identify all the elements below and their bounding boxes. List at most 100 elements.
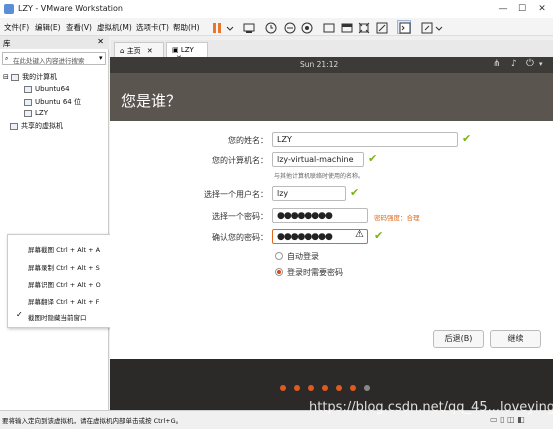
progress-dot [280,385,286,391]
menu-item-record[interactable]: 屏幕录制 Ctrl + Alt + S [28,262,100,272]
progress-dot [294,385,300,391]
menu-item-translate[interactable]: 屏幕翻译 Ctrl + Alt + F [28,296,99,306]
installer-form: 您的姓名： LZY ✔ 您的计算机名： lzy-virtual-machine … [110,121,553,359]
computer-name-label: 您的计算机名： [212,156,268,165]
search-placeholder: 在此处键入内容进行搜索 [13,57,85,65]
context-menu: 屏幕截图 Ctrl + Alt + A 屏幕录制 Ctrl + Alt + S … [7,234,117,328]
close-icon[interactable]: ✕ [147,47,153,55]
tab-lzy-label: LZY [180,46,194,54]
vm-screen[interactable]: Sun 21:12 ⋔ ♪ ⏻ ▾ 您是谁？ 您的姓名： LZY ✔ 您的计算机… [110,57,553,410]
title-bar: LZY - VMware Workstation — ☐ ✕ [0,0,553,18]
stretch-icon[interactable] [374,20,388,34]
computer-icon [11,73,20,81]
home-icon: ⌂ [120,47,125,55]
tree-item-shared[interactable]: 共享的虚拟机 [10,121,63,131]
progress-dot [322,385,328,391]
manage-snapshots-icon[interactable] [299,20,313,34]
progress-dot [308,385,314,391]
computer-name-field[interactable]: lzy-virtual-machine [272,152,364,167]
password-field[interactable]: ●●●●●●●● [272,208,368,223]
network-icon[interactable]: ⋔ [493,59,501,69]
search-input[interactable]: ⌕ 在此处键入内容进行搜索 ▾ [2,52,106,65]
menu-item-hide-window[interactable]: 截图时隐藏当前窗口 [28,312,87,322]
auto-login-label: 自动登录 [287,252,319,261]
check-icon: ✔ [374,229,384,242]
page-title: 您是谁？ [121,92,182,110]
library-title: 库 [3,39,11,48]
window-title: LZY - VMware Workstation [18,4,123,13]
tree-root-label: 我的计算机 [22,73,58,81]
require-password-radio[interactable] [275,268,283,276]
menu-edit[interactable]: 编辑(E) [35,22,61,33]
tree-item-label: 共享的虚拟机 [21,122,63,130]
chevron-down-icon[interactable]: ▾ [539,60,543,68]
progress-dot [336,385,342,391]
console-view-icon[interactable] [397,20,411,34]
library-header: 库 [0,36,109,49]
tree-item-vm[interactable]: LZY [24,109,48,117]
snapshot-icon[interactable] [263,20,277,34]
continue-button[interactable]: 继续 [490,330,541,348]
menu-help[interactable]: 帮助(H) [173,22,200,33]
check-icon: ✔ [350,186,360,199]
progress-dot [364,385,370,391]
menu-item-screenshot[interactable]: 屏幕截图 Ctrl + Alt + A [28,244,100,254]
maximize-button[interactable]: ☐ [515,2,529,16]
clock: Sun 21:12 [300,60,339,69]
tab-home-label: 主页 [126,47,141,55]
search-icon: ⌕ [5,55,9,62]
menu-vm[interactable]: 虚拟机(M) [97,22,132,33]
menu-item-ocr[interactable]: 屏幕识图 Ctrl + Alt + O [28,279,101,289]
tree-item-label: Ubuntu64 [35,85,70,93]
tree-item-label: Ubuntu 64 位 [35,98,81,106]
vmware-app-icon [4,4,14,14]
close-button[interactable]: ✕ [535,2,549,16]
auto-login-radio[interactable] [275,252,283,260]
menu-tabs[interactable]: 选项卡(T) [136,22,169,33]
menu-file[interactable]: 文件(F) [4,22,29,33]
vm-icon: ▣ [172,46,179,54]
tab-home[interactable]: ⌂ 主页 ✕ [114,42,164,57]
progress-dot [350,385,356,391]
tab-bar: ⌂ 主页 ✕ ▣ LZY ✕ [111,40,553,62]
tree-item-label: LZY [35,109,48,117]
shared-vm-icon [10,122,18,130]
close-icon[interactable]: ✕ [97,37,104,46]
confirm-password-field[interactable]: ●●●●●●●● [272,229,368,244]
view-dropdown-icon[interactable] [431,20,445,34]
tree-root[interactable]: ⊟ 我的计算机 [3,72,57,82]
username-field[interactable]: lzy [272,186,346,201]
chevron-down-icon[interactable] [222,20,236,34]
tree-item-vm[interactable]: Ubuntu 64 位 [24,97,81,107]
password-label: 选择一个密码： [212,212,268,221]
unity-icon[interactable] [339,20,353,34]
pause-icon[interactable] [209,20,223,34]
device-icons[interactable]: ▭ ▯ ◫ ◧ [490,415,525,424]
vm-icon [24,85,32,93]
send-keys-icon[interactable] [241,20,255,34]
collapse-icon[interactable]: ⊟ [3,73,9,81]
watermark: https://blog.csdn.net/qq_45...loveyings [309,400,553,415]
username-label: 选择一个用户名： [204,190,268,199]
power-icon[interactable]: ⏻ [526,58,534,69]
check-icon: ✔ [462,132,472,145]
fit-guest-icon[interactable] [356,20,370,34]
menu-view[interactable]: 查看(V) [66,22,92,33]
revert-snapshot-icon[interactable] [282,20,296,34]
tab-lzy[interactable]: ▣ LZY ✕ [166,42,208,62]
back-button[interactable]: 后退(B) [433,330,484,348]
full-screen-icon[interactable] [321,20,335,34]
name-field[interactable]: LZY [272,132,458,147]
status-message: 要将输入定向到该虚拟机，请在虚拟机内部单击或按 Ctrl+G。 [2,417,183,425]
confirm-password-label: 确认您的密码： [212,233,268,242]
volume-icon[interactable]: ♪ [511,59,517,69]
minimize-button[interactable]: — [496,2,510,16]
password-strength: 密码强度：合理 [374,214,420,222]
vm-icon [24,109,32,117]
tree-item-vm[interactable]: Ubuntu64 [24,85,70,93]
vm-icon [24,98,32,106]
caps-warning-icon: ⚠ [355,229,364,240]
check-icon: ✓ [16,310,23,319]
chevron-down-icon[interactable]: ▾ [99,54,103,62]
require-password-label: 登录时需要密码 [287,268,343,277]
